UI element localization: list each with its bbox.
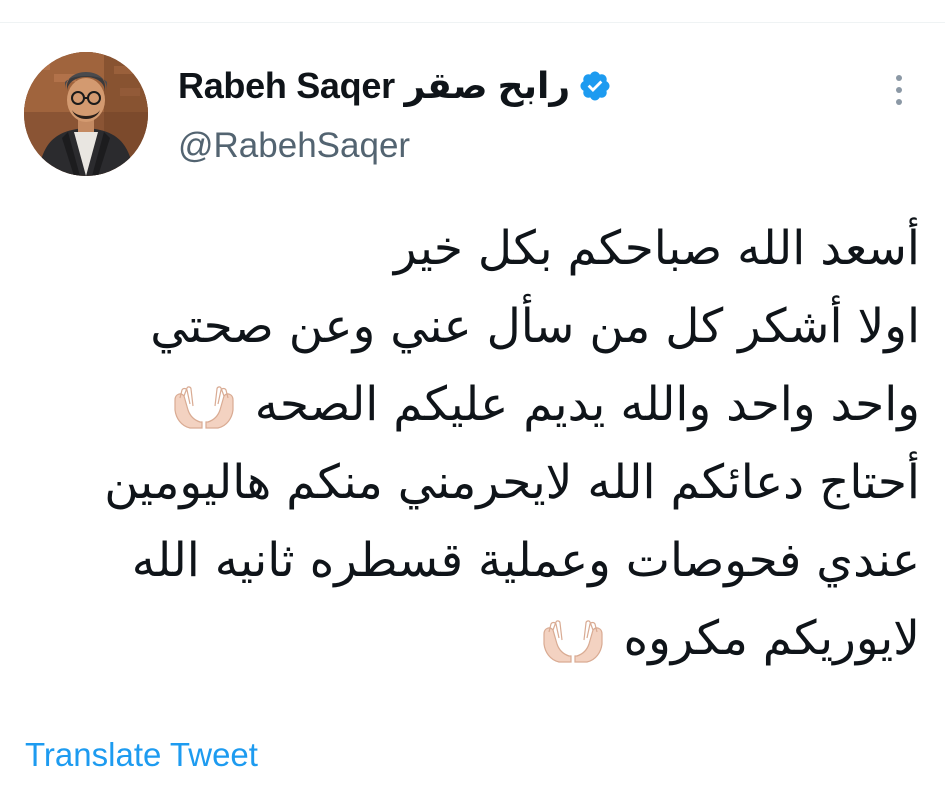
verified-badge-icon: [578, 69, 612, 103]
top-divider: [0, 22, 945, 23]
palms-up-together-emoji: [542, 619, 603, 663]
tweet-line: واحد واحد والله يديم عليكم الصحه: [20, 366, 920, 444]
tweet-line: أسعد الله صباحكم بكل خير: [20, 210, 920, 288]
tweet-line: اولا أشكر كل من سأل عني وعن صحتي: [20, 288, 920, 366]
tweet-line: أحتاج دعائكم الله لايحرمني منكم هاليومين: [20, 444, 920, 522]
tweet-header: Rabeh Saqer رابح صقر @RabehSaqer: [178, 60, 612, 166]
tweet-line: لايوريكم مكروه: [20, 600, 920, 678]
more-options-button[interactable]: [884, 70, 914, 110]
tweet-line-text: أسعد الله صباحكم بكل خير: [393, 221, 920, 276]
more-vertical-icon: [896, 75, 902, 81]
avatar[interactable]: [24, 52, 148, 176]
tweet-line-text: واحد واحد والله يديم عليكم الصحه: [254, 377, 920, 432]
tweet-line-text: أحتاج دعائكم الله لايحرمني منكم هاليومين: [104, 455, 920, 510]
tweet-line-text: لايوريكم مكروه: [623, 611, 920, 666]
tweet-text: أسعد الله صباحكم بكل خير اولا أشكر كل من…: [20, 210, 920, 678]
tweet-line: عندي فحوصات وعملية قسطره ثانيه الله: [20, 522, 920, 600]
tweet-line-text: عندي فحوصات وعملية قسطره ثانيه الله: [131, 533, 920, 588]
display-name[interactable]: Rabeh Saqer رابح صقر: [178, 65, 570, 107]
avatar-image: [24, 52, 148, 176]
name-row: Rabeh Saqer رابح صقر: [178, 60, 612, 112]
palms-up-together-emoji: [174, 385, 234, 429]
translate-tweet-link[interactable]: Translate Tweet: [25, 736, 258, 774]
tweet-line-text: اولا أشكر كل من سأل عني وعن صحتي: [150, 299, 920, 354]
user-handle[interactable]: @RabehSaqer: [178, 126, 612, 166]
